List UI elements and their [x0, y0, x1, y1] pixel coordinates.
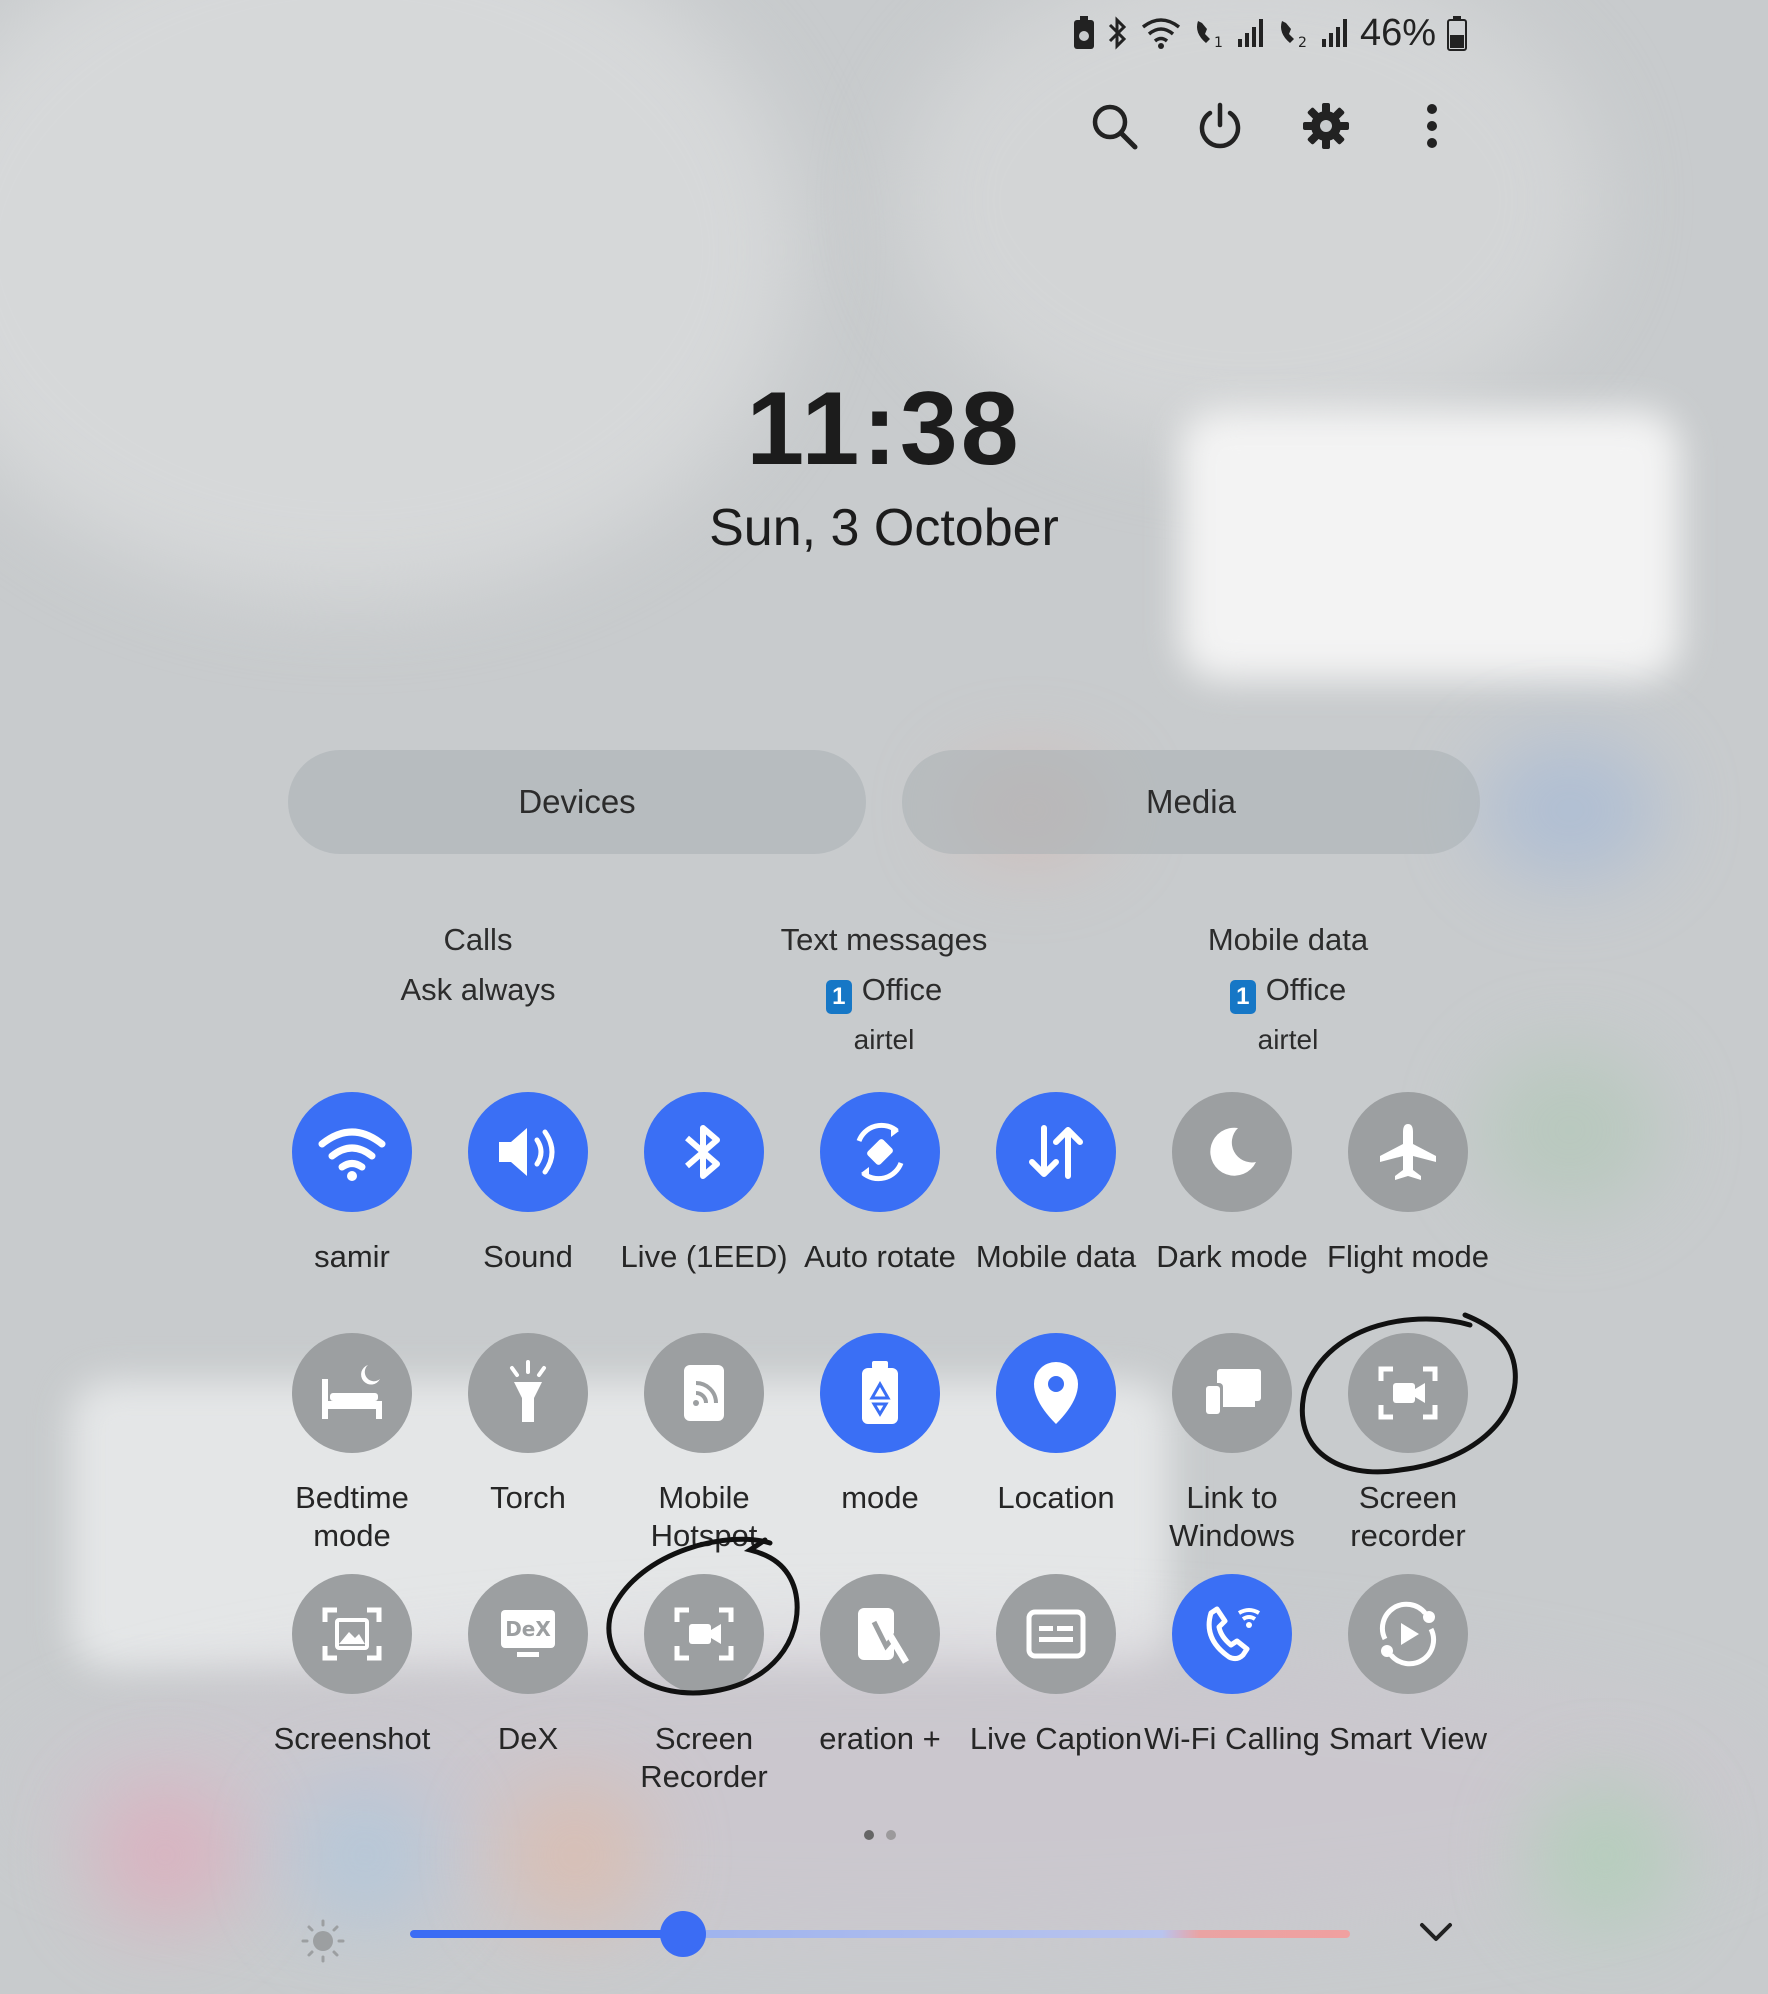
brightness-sun-icon	[301, 1919, 345, 1963]
annotation-overlay	[606, 1312, 1518, 1696]
annotation-circle-screen-recorder-2	[606, 1536, 800, 1696]
expand-button[interactable]	[1416, 1912, 1456, 1957]
brightness-icon-wrap	[300, 1918, 346, 1969]
page-indicator[interactable]	[864, 1830, 896, 1840]
brightness-slider-thumb[interactable]	[659, 1911, 706, 1957]
page-dot-1[interactable]	[864, 1830, 874, 1840]
brightness-slider[interactable]	[410, 1930, 1350, 1938]
page-dot-2[interactable]	[886, 1830, 896, 1840]
annotation-circle-screen-recorder	[1299, 1312, 1518, 1475]
chevron-down-icon	[1420, 1923, 1452, 1941]
